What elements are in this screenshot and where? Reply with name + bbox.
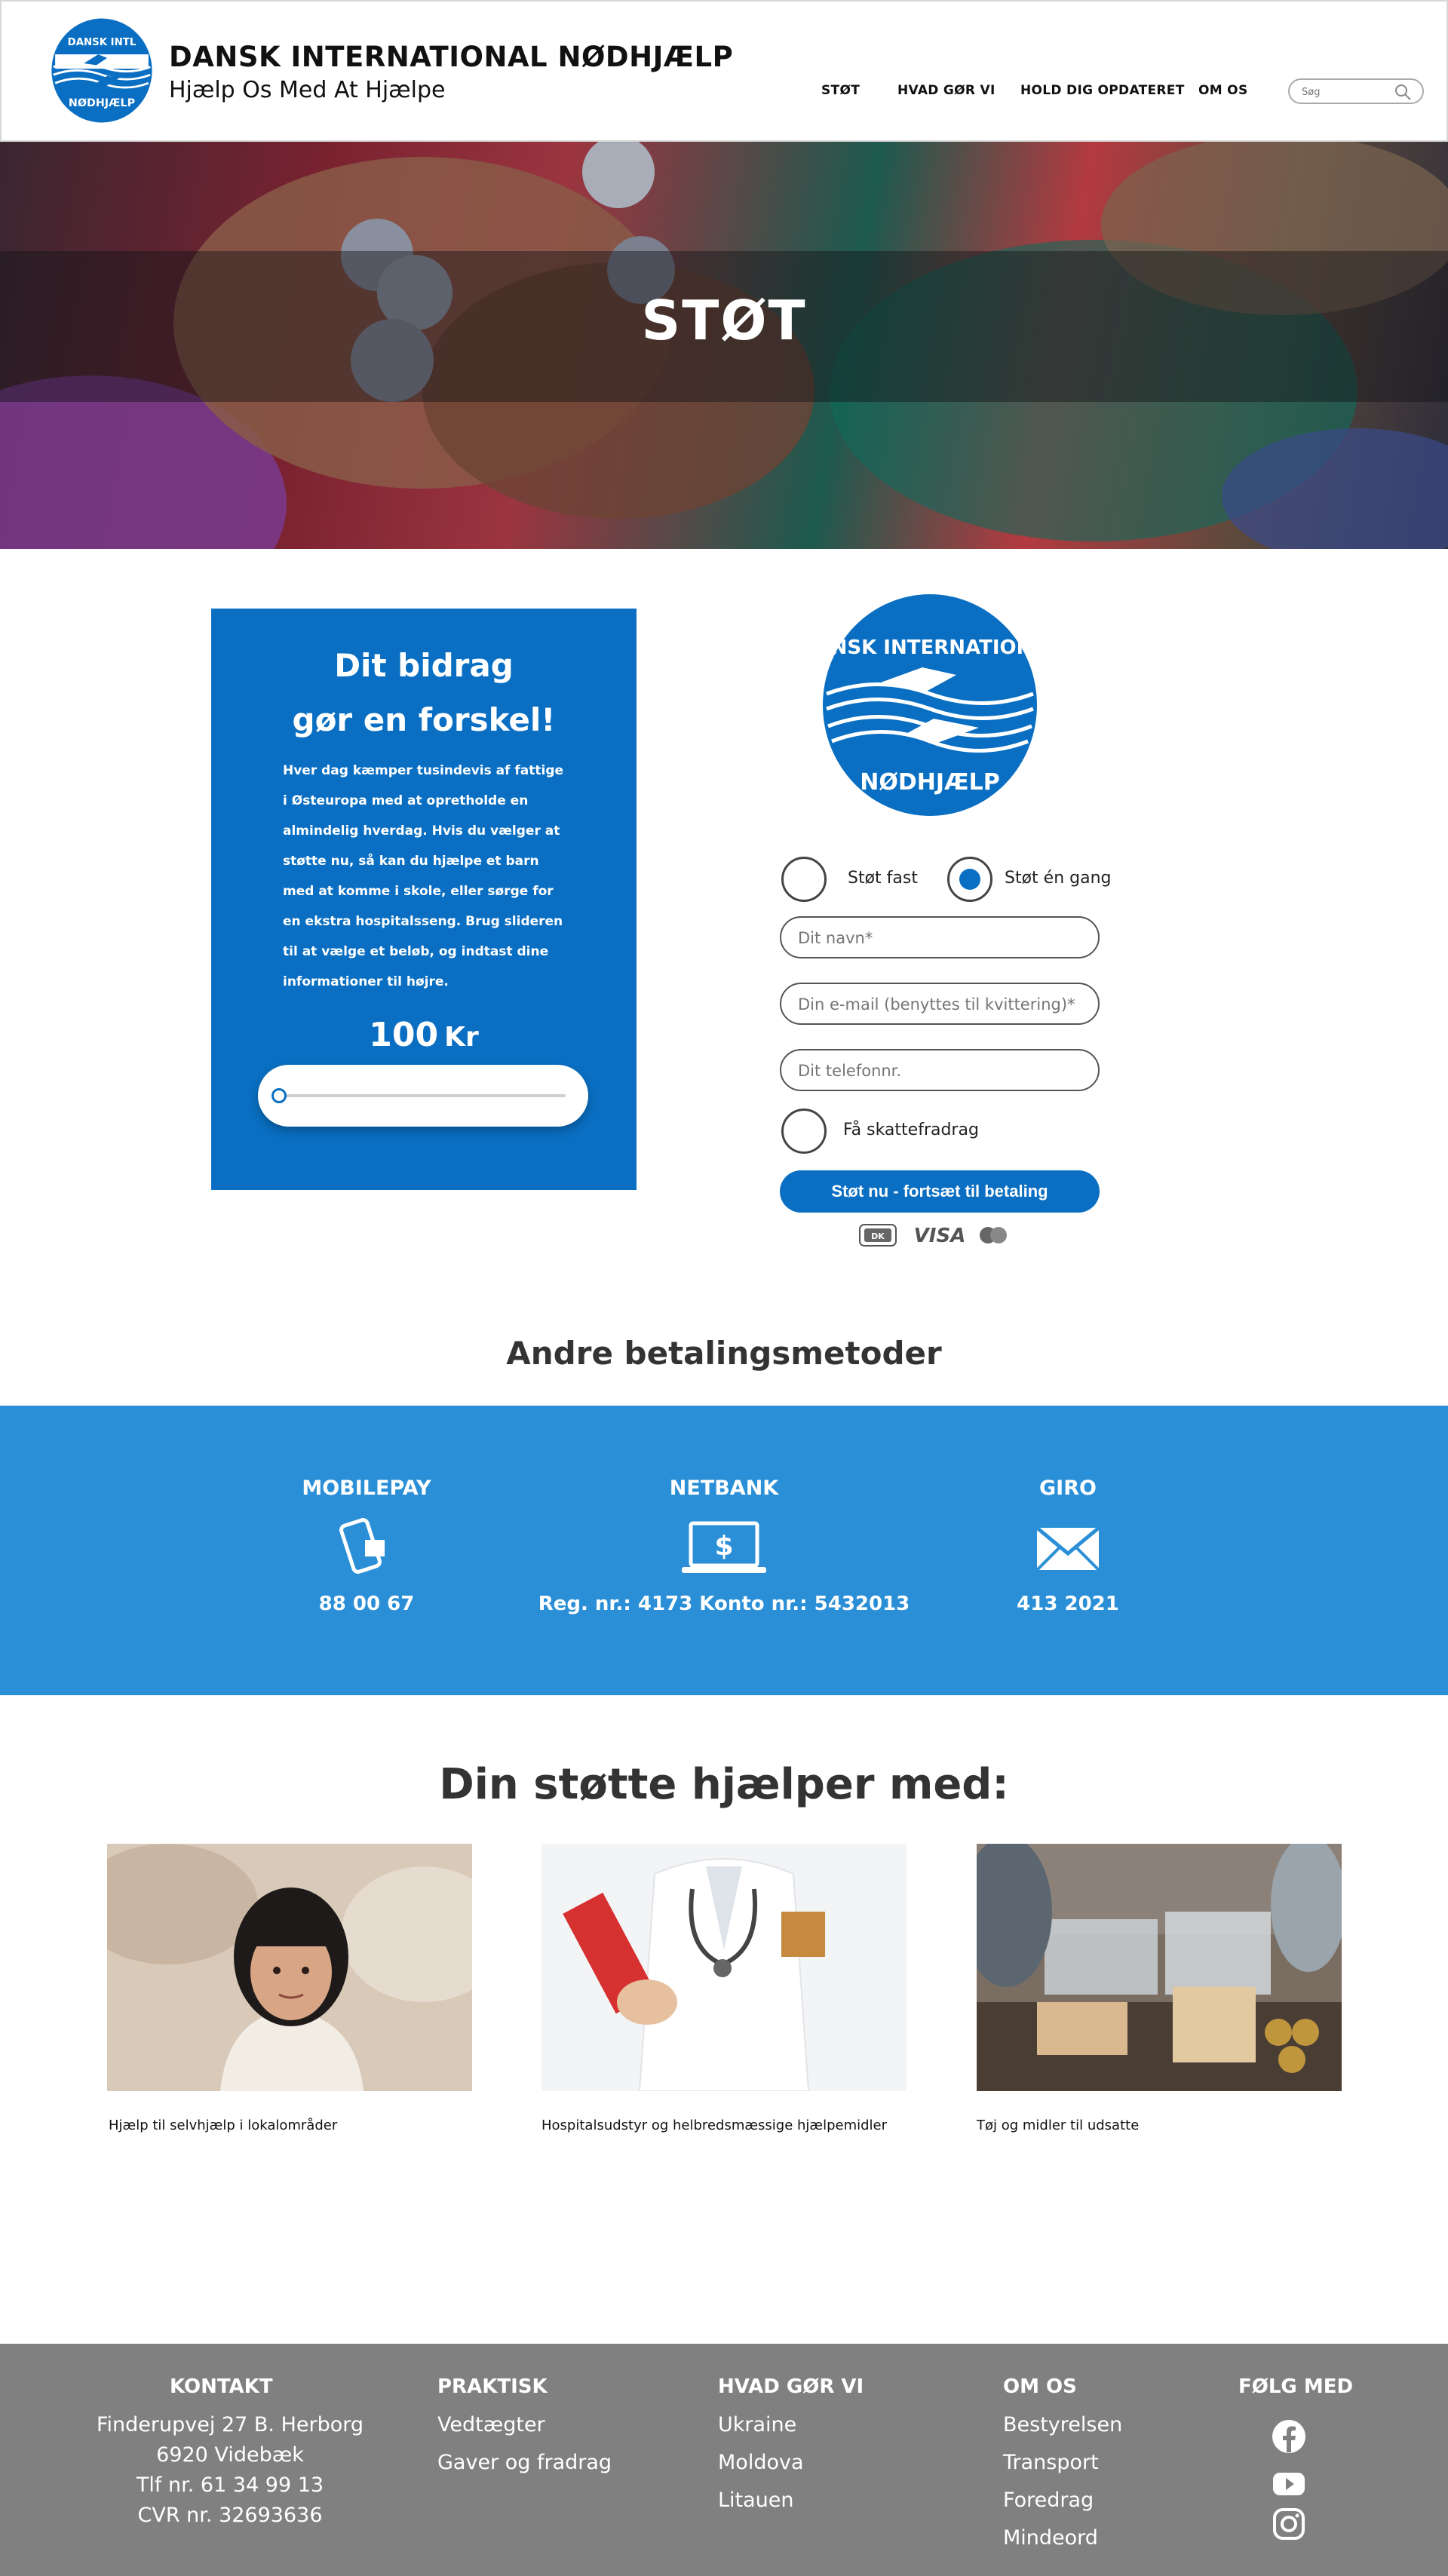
slider-track[interactable] bbox=[281, 1094, 566, 1097]
caption-self-help: Hjælp til selvhjælp i lokalområder bbox=[109, 2118, 338, 2133]
phone-input[interactable] bbox=[798, 1061, 1084, 1081]
slider-handle[interactable] bbox=[272, 1088, 287, 1103]
search-box[interactable] bbox=[1288, 78, 1424, 104]
photo-child bbox=[107, 1844, 472, 2091]
radio-label-stot-fast: Støt fast bbox=[848, 869, 918, 888]
tax-deduction-label: Få skattefradrag bbox=[843, 1121, 979, 1139]
email-field[interactable] bbox=[780, 983, 1100, 1025]
logo-text-top: DANSK INTERNATIONAL bbox=[821, 636, 1039, 659]
caption-clothes: Tøj og midler til udsatte bbox=[977, 2118, 1140, 2133]
footer-link-bestyrelsen[interactable]: Bestyrelsen bbox=[1003, 2413, 1122, 2436]
radio-label-stot-en-gang: Støt én gang bbox=[1005, 869, 1112, 888]
continue-to-payment-button[interactable]: Støt nu - fortsæt til betaling bbox=[780, 1170, 1100, 1213]
email-input[interactable] bbox=[798, 995, 1084, 1014]
radio-stot-fast[interactable] bbox=[781, 857, 827, 902]
visa-icon: VISA bbox=[914, 1225, 966, 1247]
amount-slider[interactable] bbox=[258, 1065, 588, 1127]
footer-heading-kontakt: KONTAKT bbox=[170, 2375, 273, 2398]
nav-item-om-os[interactable]: OM OS bbox=[1198, 83, 1247, 98]
footer-link-litauen[interactable]: Litauen bbox=[718, 2489, 794, 2512]
method-value: 88 00 67 bbox=[318, 1593, 415, 1615]
site-footer: KONTAKT Finderupvej 27 B. Herborg 6920 V… bbox=[0, 2344, 1448, 2576]
method-value: Reg. nr.: 4173 Konto nr.: 5432013 bbox=[538, 1593, 910, 1615]
footer-link-ukraine[interactable]: Ukraine bbox=[718, 2413, 796, 2436]
footer-postal: 6920 Videbæk bbox=[156, 2443, 304, 2467]
donation-heading-line1: Dit bidrag bbox=[334, 647, 514, 684]
caption-hospital: Hospitalsudstyr og helbredsmæssige hjælp… bbox=[541, 2118, 888, 2133]
footer-phone: Tlf nr. 61 34 99 13 bbox=[136, 2473, 324, 2497]
footer-link-transport[interactable]: Transport bbox=[1003, 2451, 1099, 2474]
photo-food-supplies bbox=[977, 1844, 1342, 2091]
nav-item-stot[interactable]: STØT bbox=[821, 83, 860, 98]
envelope-icon bbox=[1035, 1526, 1100, 1572]
brand-title: DANSK INTERNATIONAL NØDHJÆLP bbox=[169, 41, 734, 73]
amount-currency: Kr bbox=[444, 1022, 479, 1053]
method-value: 413 2021 bbox=[1017, 1593, 1119, 1615]
donation-text: Hver dag kæmper tusindevis af fattige i … bbox=[283, 763, 564, 989]
hero-banner: STØT bbox=[0, 142, 1448, 549]
svg-text:NØDHJÆLP: NØDHJÆLP bbox=[69, 97, 135, 109]
photo-doctor bbox=[541, 1844, 907, 2091]
footer-heading-praktisk: PRAKTISK bbox=[437, 2375, 548, 2398]
footer-heading-folg-med: FØLG MED bbox=[1238, 2375, 1354, 2398]
footer-heading-hvad-gor-vi: HVAD GØR VI bbox=[718, 2375, 864, 2398]
search-input[interactable] bbox=[1302, 84, 1392, 100]
mastercard-icon bbox=[980, 1227, 1007, 1244]
method-name: NETBANK bbox=[669, 1477, 779, 1500]
nav-item-hold-dig-opdateret[interactable]: HOLD DIG OPDATERET bbox=[1020, 83, 1185, 98]
other-methods-title: Andre betalingsmetoder bbox=[506, 1335, 942, 1372]
support-title: Din støtte hjælper med: bbox=[439, 1760, 1009, 1809]
footer-link-moldova[interactable]: Moldova bbox=[718, 2451, 804, 2474]
donation-panel: Dit bidrag gør en forskel! Hver dag kæmp… bbox=[211, 609, 637, 1190]
method-name: GIRO bbox=[1039, 1477, 1097, 1500]
svg-text:$: $ bbox=[714, 1531, 733, 1562]
site-header: DANSK INTL NØDHJÆLP DANSK INTERNATIONAL … bbox=[0, 0, 1448, 142]
footer-link-mindeord[interactable]: Mindeord bbox=[1003, 2526, 1098, 2550]
footer-link-foredrag[interactable]: Foredrag bbox=[1003, 2489, 1094, 2512]
footer-address: Finderupvej 27 B. Herborg bbox=[96, 2413, 364, 2436]
nav-item-hvad-gor-vi[interactable]: HVAD GØR VI bbox=[897, 83, 996, 98]
phone-field[interactable] bbox=[780, 1049, 1100, 1091]
footer-heading-om-os: OM OS bbox=[1003, 2375, 1077, 2398]
hero-title: STØT bbox=[641, 289, 807, 352]
youtube-icon[interactable] bbox=[1272, 2466, 1306, 2501]
page: DANSK INTL NØDHJÆLP DANSK INTERNATIONAL … bbox=[0, 0, 1448, 2576]
amount-value: 100 bbox=[369, 1016, 439, 1054]
svg-text:DANSK INTL: DANSK INTL bbox=[68, 37, 137, 48]
name-field[interactable] bbox=[780, 916, 1100, 958]
payment-card-logos: DK VISA bbox=[858, 1220, 1024, 1247]
svg-text:DK: DK bbox=[871, 1231, 885, 1241]
tax-deduction-checkbox[interactable] bbox=[781, 1109, 827, 1154]
footer-link-vedtaegter[interactable]: Vedtægter bbox=[437, 2413, 545, 2436]
phone-icon bbox=[339, 1518, 385, 1574]
donation-heading-line2: gør en forskel! bbox=[292, 701, 556, 738]
donation-amount: 100 Kr bbox=[211, 1016, 637, 1054]
facebook-icon[interactable] bbox=[1272, 2419, 1306, 2454]
logo-text-bottom: NØDHJÆLP bbox=[860, 769, 999, 796]
laptop-dollar-icon: $ bbox=[682, 1521, 766, 1573]
brand-subtitle: Hjælp Os Med At Hjælpe bbox=[169, 77, 446, 103]
search-icon[interactable] bbox=[1394, 83, 1412, 101]
dankort-icon: DK bbox=[859, 1224, 897, 1247]
site-logo[interactable]: DANSK INTL NØDHJÆLP bbox=[50, 17, 154, 124]
organization-logo: DANSK INTERNATIONAL NØDHJÆLP bbox=[799, 592, 1060, 818]
radio-stot-en-gang[interactable] bbox=[947, 857, 992, 902]
method-name: MOBILEPAY bbox=[302, 1477, 431, 1500]
footer-link-gaver[interactable]: Gaver og fradrag bbox=[437, 2451, 612, 2474]
payment-methods-section: MOBILEPAY 88 00 67 NETBANK $ Reg. nr.: 4… bbox=[0, 1406, 1448, 1695]
instagram-icon[interactable] bbox=[1272, 2507, 1306, 2541]
footer-cvr: CVR nr. 32693636 bbox=[137, 2504, 323, 2527]
name-input[interactable] bbox=[798, 928, 1084, 948]
donation-heading: Dit bidrag gør en forskel! bbox=[211, 639, 637, 747]
